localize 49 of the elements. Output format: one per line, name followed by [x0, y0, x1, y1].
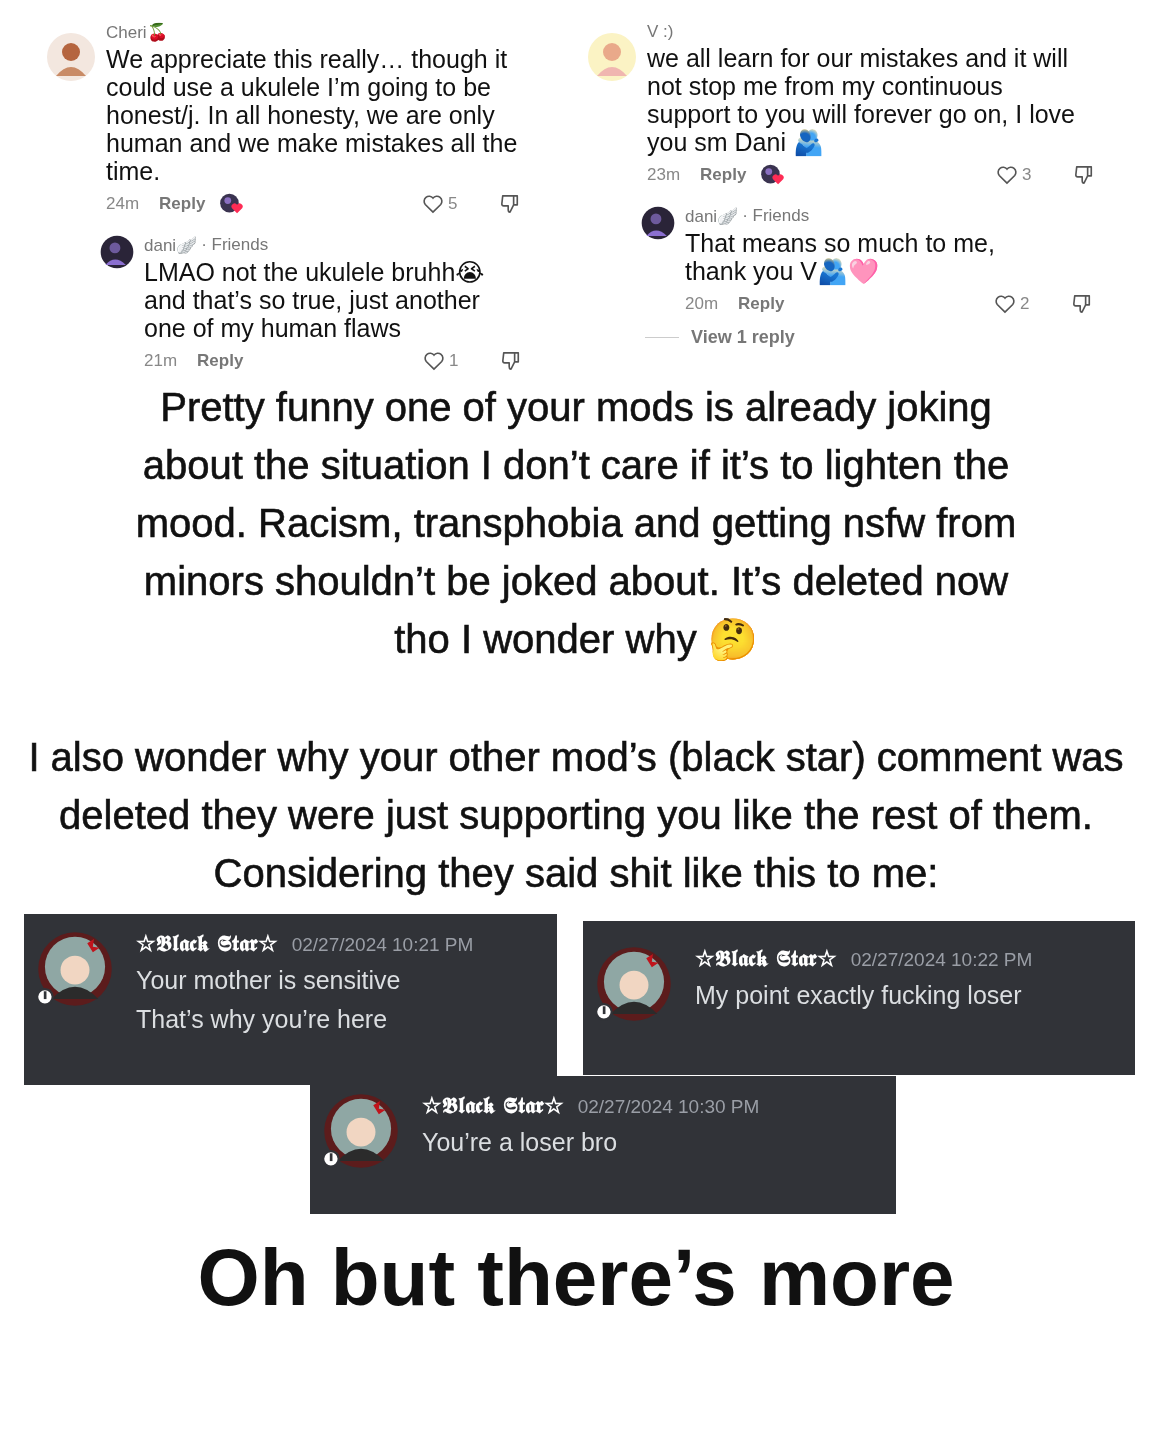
heart-icon[interactable]	[423, 351, 445, 371]
avatar[interactable]	[641, 206, 675, 240]
reply-link[interactable]: Reply	[738, 294, 785, 314]
dislike-icon[interactable]	[501, 350, 521, 372]
dislike-icon[interactable]	[1074, 164, 1094, 186]
reply-link[interactable]: Reply	[197, 351, 244, 371]
caption-text: Pretty funny one of your mods is already joking about the situation I don’t care if it’s to lighten the mood. Racism, transphobia and getting nsfw from minors shouldn’t be joked about. It’s deleted now tho I wonder why 🤔	[134, 384, 1018, 663]
heart-icon[interactable]	[996, 165, 1018, 185]
friends-label: · Friends	[201, 235, 269, 256]
heart-icon[interactable]	[994, 294, 1016, 314]
avatar[interactable]	[36, 930, 114, 1008]
like-count: 3	[1022, 165, 1033, 185]
comment-text: we all learn for our mistakes and it will not stop me from my continuous support to you will forever go on, I love you sm Dani 🫂	[647, 44, 1076, 156]
avatar[interactable]	[322, 1092, 400, 1170]
avatar[interactable]	[595, 945, 673, 1023]
timestamp: 20m	[685, 294, 719, 314]
reply-link[interactable]: Reply	[159, 194, 206, 214]
comment-text: LMAO not the ukulele bruhh😭 and that’s so true, just another one of my human flaws	[144, 258, 486, 342]
timestamp: 23m	[647, 165, 681, 185]
like-count: 2	[1020, 294, 1031, 314]
timestamp: 02/27/2024 10:21 PM	[291, 934, 474, 956]
username[interactable]: ☆𝕭𝖑𝖆𝖈𝖐 𝕾𝖙𝖆𝖗☆	[422, 1092, 564, 1118]
message-text: That’s why you’re here	[136, 1005, 389, 1034]
comment-text: That means so much to me, thank you V🫂🩷	[685, 229, 996, 285]
heart-icon[interactable]	[422, 194, 444, 214]
message-text: My point exactly fucking loser	[695, 981, 1023, 1010]
friends-label: · Friends	[742, 206, 810, 227]
reply-link[interactable]: Reply	[700, 165, 747, 185]
closing-heading: Oh but there’s more	[196, 1233, 956, 1323]
timestamp: 24m	[106, 194, 140, 214]
timestamp: 21m	[144, 351, 178, 371]
username[interactable]: ☆𝕭𝖑𝖆𝖈𝖐 𝕾𝖙𝖆𝖗☆	[136, 930, 278, 956]
dislike-icon[interactable]	[1072, 293, 1092, 315]
username[interactable]: Cheri🍒	[106, 22, 520, 43]
timestamp: 02/27/2024 10:22 PM	[850, 949, 1033, 971]
caption-text: I also wonder why your other mod’s (black star) comment was deleted they were just supporting you like the rest of them. Considering they said shit like this to me:	[27, 734, 1125, 897]
username[interactable]: dani🪽	[144, 235, 198, 256]
view-replies-link[interactable]: View 1 reply	[691, 327, 795, 348]
message-text: Your mother is sensitive	[136, 966, 402, 995]
timestamp: 02/27/2024 10:30 PM	[577, 1096, 760, 1118]
like-count: 1	[449, 351, 460, 371]
dislike-icon[interactable]	[500, 193, 520, 215]
message-text: You’re a loser bro	[422, 1128, 619, 1157]
username[interactable]: V :)	[647, 22, 1094, 42]
comment-text: We appreciate this really… though it could use a ukulele I’m going to be honest/j. In all honesty, we are only human and we make mistakes all the time.	[106, 45, 519, 185]
username[interactable]: ☆𝕭𝖑𝖆𝖈𝖐 𝕾𝖙𝖆𝖗☆	[695, 945, 837, 971]
like-count: 5	[448, 194, 459, 214]
avatar[interactable]	[100, 235, 134, 269]
username[interactable]: dani🪽	[685, 206, 739, 227]
